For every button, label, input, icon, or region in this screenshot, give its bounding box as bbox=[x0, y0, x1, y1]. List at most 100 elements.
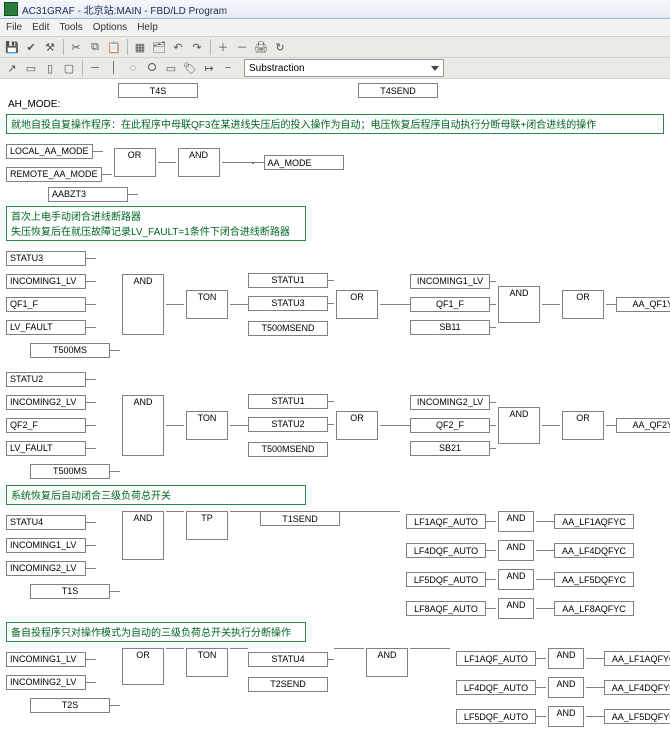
signal-out[interactable]: AA_MODE bbox=[264, 155, 344, 170]
fb-and[interactable]: AND bbox=[498, 286, 540, 323]
check-icon[interactable]: ✔ bbox=[22, 38, 40, 56]
signal-t4send[interactable]: T4SEND bbox=[358, 83, 438, 98]
fb-or[interactable]: OR bbox=[336, 411, 378, 440]
save-icon[interactable]: 💾 bbox=[3, 38, 21, 56]
fb-or[interactable]: OR bbox=[562, 411, 604, 440]
minus-icon[interactable]: − bbox=[219, 59, 237, 77]
menu-help[interactable]: Help bbox=[137, 22, 158, 33]
signal[interactable]: INCOMING1_LV bbox=[6, 652, 86, 667]
fb-and[interactable]: AND bbox=[498, 540, 534, 561]
signal[interactable]: T500MSEND bbox=[248, 442, 328, 457]
signal[interactable]: INCOMING2_LV bbox=[6, 395, 86, 410]
signal[interactable]: AABZT3 bbox=[48, 187, 128, 202]
signal[interactable]: QF2_F bbox=[410, 418, 490, 433]
signal[interactable]: INCOMING2_LV bbox=[6, 675, 86, 690]
grid-icon[interactable]: ▦ bbox=[131, 38, 149, 56]
signal[interactable]: INCOMING1_LV bbox=[410, 274, 490, 289]
fb-and[interactable]: AND bbox=[498, 511, 534, 532]
menu-tools[interactable]: Tools bbox=[59, 22, 82, 33]
fb-and[interactable]: AND bbox=[498, 569, 534, 590]
signal-out[interactable]: AA_LF4DQFYC bbox=[554, 543, 634, 558]
signal[interactable]: T1SEND bbox=[260, 511, 340, 526]
fb-or[interactable]: OR bbox=[562, 290, 604, 319]
redo-icon[interactable]: ↷ bbox=[188, 38, 206, 56]
pointer-icon[interactable]: ↗ bbox=[3, 59, 21, 77]
signal[interactable]: INCOMING1_LV bbox=[6, 274, 86, 289]
signal[interactable]: STATU1 bbox=[248, 394, 328, 409]
signal[interactable]: QF1_F bbox=[6, 297, 86, 312]
signal[interactable]: REMOTE_AA_MODE bbox=[6, 167, 102, 182]
signal[interactable]: T2S bbox=[30, 698, 110, 713]
signal[interactable]: LF5DQF_AUTO bbox=[456, 709, 536, 724]
paste-icon[interactable]: 📋 bbox=[105, 38, 123, 56]
refresh-icon[interactable]: ↻ bbox=[271, 38, 289, 56]
var-icon[interactable]: ▭ bbox=[162, 59, 180, 77]
select-icon[interactable]: ▭ bbox=[22, 59, 40, 77]
signal[interactable]: INCOMING1_LV bbox=[6, 538, 86, 553]
signal[interactable]: SB11 bbox=[410, 320, 490, 335]
signal[interactable]: LF1AQF_AUTO bbox=[406, 514, 486, 529]
coil-icon[interactable]: ⭘ bbox=[143, 59, 161, 77]
signal[interactable]: LF1AQF_AUTO bbox=[456, 651, 536, 666]
dict-icon[interactable]: 🗂 bbox=[150, 38, 168, 56]
signal[interactable]: LV_FAULT bbox=[6, 320, 86, 335]
fb-and[interactable]: AND bbox=[498, 407, 540, 444]
signal[interactable]: T500MS bbox=[30, 343, 110, 358]
fb-and[interactable]: AND bbox=[178, 148, 220, 177]
signal[interactable]: QF1_F bbox=[410, 297, 490, 312]
fb-ton[interactable]: TON bbox=[186, 290, 228, 319]
signal-out[interactable]: AA_LF5DQFYO bbox=[604, 709, 670, 724]
zoom-in-icon[interactable]: ＋ bbox=[214, 38, 232, 56]
contact-icon[interactable]: ▯ bbox=[41, 59, 59, 77]
operation-select[interactable]: Substraction bbox=[244, 59, 444, 77]
signal[interactable]: STATU3 bbox=[6, 251, 86, 266]
cut-icon[interactable]: ✂ bbox=[67, 38, 85, 56]
signal[interactable]: STATU2 bbox=[248, 417, 328, 432]
signal-out[interactable]: AA_QF2YC bbox=[616, 418, 670, 433]
fb-and[interactable]: AND bbox=[548, 677, 584, 698]
menu-file[interactable]: File bbox=[6, 22, 22, 33]
signal[interactable]: INCOMING2_LV bbox=[6, 561, 86, 576]
signal-out[interactable]: AA_LF5DQFYC bbox=[554, 572, 634, 587]
signal[interactable]: LF4DQF_AUTO bbox=[456, 680, 536, 695]
signal[interactable]: STATU4 bbox=[248, 652, 328, 667]
fb-or[interactable]: OR bbox=[122, 648, 164, 685]
hwire-icon[interactable]: ─ bbox=[86, 59, 104, 77]
signal[interactable]: T2SEND bbox=[248, 677, 328, 692]
fb-and[interactable]: AND bbox=[498, 598, 534, 619]
fb-and[interactable]: AND bbox=[122, 395, 164, 456]
fb-or[interactable]: OR bbox=[114, 148, 156, 177]
signal-out[interactable]: AA_LF1AQFYC bbox=[554, 514, 634, 529]
signal-out[interactable]: AA_LF8AQFYC bbox=[554, 601, 634, 616]
fb-ton[interactable]: TON bbox=[186, 411, 228, 440]
signal-out[interactable]: AA_LF4DQFYO bbox=[604, 680, 670, 695]
fb-tp[interactable]: TP bbox=[186, 511, 228, 540]
signal-out[interactable]: AA_QF1YC bbox=[616, 297, 670, 312]
signal[interactable]: T1S bbox=[30, 584, 110, 599]
label-icon[interactable]: 🏷 bbox=[181, 59, 199, 77]
signal[interactable]: STATU3 bbox=[248, 296, 328, 311]
signal[interactable]: QF2_F bbox=[6, 418, 86, 433]
copy-icon[interactable]: ⧉ bbox=[86, 38, 104, 56]
signal[interactable]: STATU4 bbox=[6, 515, 86, 530]
signal[interactable]: LOCAL_AA_MODE bbox=[6, 144, 93, 159]
negation-icon[interactable]: ◌ bbox=[124, 59, 142, 77]
fb-and[interactable]: AND bbox=[548, 706, 584, 727]
block-icon[interactable]: ▢ bbox=[60, 59, 78, 77]
menu-options[interactable]: Options bbox=[93, 22, 127, 33]
signal-t4s[interactable]: T4S bbox=[118, 83, 198, 98]
fb-and[interactable]: AND bbox=[366, 648, 408, 677]
signal[interactable]: LF4DQF_AUTO bbox=[406, 543, 486, 558]
fb-ton[interactable]: TON bbox=[186, 648, 228, 677]
goto-icon[interactable]: ↦ bbox=[200, 59, 218, 77]
signal[interactable]: T500MSEND bbox=[248, 321, 328, 336]
vwire-icon[interactable]: │ bbox=[105, 59, 123, 77]
signal[interactable]: SB21 bbox=[410, 441, 490, 456]
signal[interactable]: LF5DQF_AUTO bbox=[406, 572, 486, 587]
signal-out[interactable]: AA_LF1AQFYO bbox=[604, 651, 670, 666]
signal[interactable]: STATU1 bbox=[248, 273, 328, 288]
signal[interactable]: T500MS bbox=[30, 464, 110, 479]
signal[interactable]: LV_FAULT bbox=[6, 441, 86, 456]
fb-and[interactable]: AND bbox=[122, 511, 164, 560]
signal[interactable]: STATU2 bbox=[6, 372, 86, 387]
